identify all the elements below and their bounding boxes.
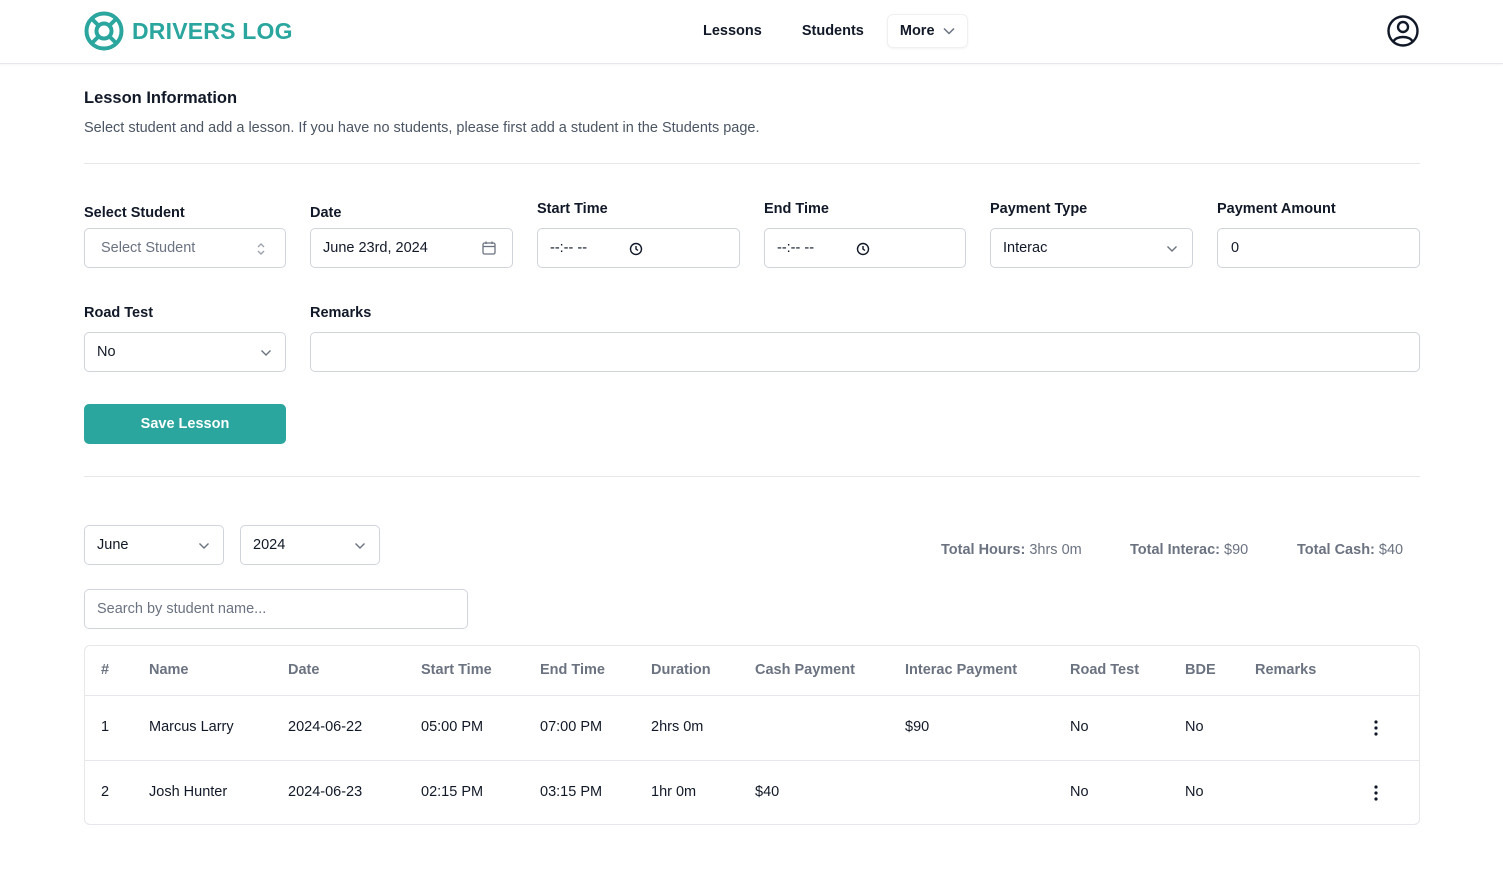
end-time-input[interactable]: --:-- -- — [764, 228, 966, 268]
end-time-label: End Time — [764, 201, 829, 217]
cell-road-test: No — [1070, 784, 1089, 800]
table-row[interactable]: 1 Marcus Larry 2024-06-22 05:00 PM 07:00… — [85, 696, 1419, 761]
search-placeholder: Search by student name... — [97, 601, 267, 617]
user-account-icon[interactable] — [1386, 14, 1420, 48]
road-test-select[interactable]: No — [84, 332, 286, 372]
nav-more-label: More — [899, 23, 935, 39]
total-cash-value: $40 — [1378, 542, 1404, 558]
save-lesson-button[interactable]: Save Lesson — [84, 404, 286, 444]
payment-type-value: Interac — [1003, 240, 1048, 256]
chevron-down-icon — [1167, 246, 1177, 252]
date-label: Date — [310, 205, 342, 221]
col-number: # — [101, 662, 110, 678]
month-select[interactable]: June — [84, 525, 224, 565]
start-time-label: Start Time — [537, 201, 608, 217]
col-name: Name — [149, 662, 189, 678]
start-time-value: --:-- -- — [550, 240, 588, 256]
lessons-table: # Name Date Start Time End Time Duration… — [84, 645, 1420, 825]
cell-name: Josh Hunter — [149, 784, 228, 800]
lifebuoy-logo-icon — [84, 11, 124, 51]
nav-lessons[interactable]: Lessons — [690, 14, 775, 48]
row-actions-icon[interactable] — [1368, 718, 1384, 738]
clock-icon[interactable] — [856, 242, 870, 256]
total-hours: Total Hours: 3hrs 0m — [941, 542, 1082, 558]
payment-amount-value: 0 — [1231, 240, 1240, 256]
cell-name: Marcus Larry — [149, 719, 234, 735]
total-hours-label: Total Hours: — [941, 542, 1026, 558]
cell-start-time: 02:15 PM — [421, 784, 484, 800]
payment-amount-label: Payment Amount — [1217, 201, 1336, 217]
cell-bde: No — [1185, 719, 1204, 735]
divider — [84, 163, 1420, 164]
cell-number: 1 — [101, 719, 110, 735]
total-interac: Total Interac: $90 — [1130, 542, 1248, 558]
col-date: Date — [288, 662, 320, 678]
cell-cash-payment: $40 — [755, 784, 780, 800]
col-duration: Duration — [651, 662, 711, 678]
col-bde: BDE — [1185, 662, 1216, 678]
cell-duration: 2hrs 0m — [651, 719, 704, 735]
date-value: June 23rd, 2024 — [323, 240, 428, 256]
payment-amount-input[interactable]: 0 — [1217, 228, 1420, 268]
total-cash: Total Cash: $40 — [1297, 542, 1403, 558]
select-student-dropdown[interactable]: Select Student — [84, 228, 286, 268]
col-start-time: Start Time — [421, 662, 492, 678]
section-description: Select student and add a lesson. If you … — [84, 120, 760, 136]
cell-bde: No — [1185, 784, 1204, 800]
total-hours-value: 3hrs 0m — [1029, 542, 1082, 558]
chevron-updown-icon — [257, 243, 265, 255]
col-interac-payment: Interac Payment — [905, 662, 1018, 678]
col-road-test: Road Test — [1070, 662, 1140, 678]
cell-road-test: No — [1070, 719, 1089, 735]
cell-end-time: 07:00 PM — [540, 719, 603, 735]
chevron-down-icon — [943, 27, 955, 35]
start-time-input[interactable]: --:-- -- — [537, 228, 740, 268]
main-nav: Lessons Students More — [690, 14, 968, 48]
calendar-icon — [482, 241, 496, 255]
cell-duration: 1hr 0m — [651, 784, 697, 800]
col-remarks: Remarks — [1255, 662, 1317, 678]
total-interac-label: Total Interac: — [1130, 542, 1220, 558]
total-cash-label: Total Cash: — [1297, 542, 1375, 558]
cell-number: 2 — [101, 784, 110, 800]
end-time-value: --:-- -- — [777, 240, 815, 256]
select-student-placeholder: Select Student — [101, 240, 196, 256]
cell-date: 2024-06-22 — [288, 719, 363, 735]
brand-logo[interactable]: DRIVERS LOG — [84, 11, 293, 51]
year-value: 2024 — [253, 537, 286, 553]
chevron-down-icon — [355, 543, 365, 549]
payment-type-label: Payment Type — [990, 201, 1088, 217]
chevron-down-icon — [261, 350, 271, 356]
date-picker[interactable]: June 23rd, 2024 — [310, 228, 513, 268]
brand-name: DRIVERS LOG — [132, 17, 293, 44]
remarks-label: Remarks — [310, 305, 372, 321]
road-test-label: Road Test — [84, 305, 154, 321]
col-end-time: End Time — [540, 662, 605, 678]
select-student-label: Select Student — [84, 205, 185, 221]
nav-more-dropdown[interactable]: More — [886, 14, 968, 48]
row-actions-icon[interactable] — [1368, 783, 1384, 803]
col-cash-payment: Cash Payment — [755, 662, 855, 678]
divider — [84, 476, 1420, 477]
nav-students[interactable]: Students — [789, 14, 877, 48]
top-nav-bar: DRIVERS LOG Lessons Students More — [0, 0, 1503, 64]
road-test-value: No — [97, 344, 116, 360]
section-title: Lesson Information — [84, 89, 238, 107]
cell-start-time: 05:00 PM — [421, 719, 484, 735]
cell-date: 2024-06-23 — [288, 784, 363, 800]
chevron-down-icon — [199, 543, 209, 549]
remarks-input[interactable] — [310, 332, 1420, 372]
table-row[interactable]: 2 Josh Hunter 2024-06-23 02:15 PM 03:15 … — [85, 761, 1419, 824]
cell-end-time: 03:15 PM — [540, 784, 603, 800]
cell-interac-payment: $90 — [905, 719, 930, 735]
payment-type-select[interactable]: Interac — [990, 228, 1193, 268]
year-select[interactable]: 2024 — [240, 525, 380, 565]
month-value: June — [97, 537, 129, 553]
total-interac-value: $90 — [1224, 542, 1249, 558]
table-header: # Name Date Start Time End Time Duration… — [85, 646, 1419, 696]
student-search-input[interactable]: Search by student name... — [84, 589, 468, 629]
clock-icon[interactable] — [629, 242, 643, 256]
